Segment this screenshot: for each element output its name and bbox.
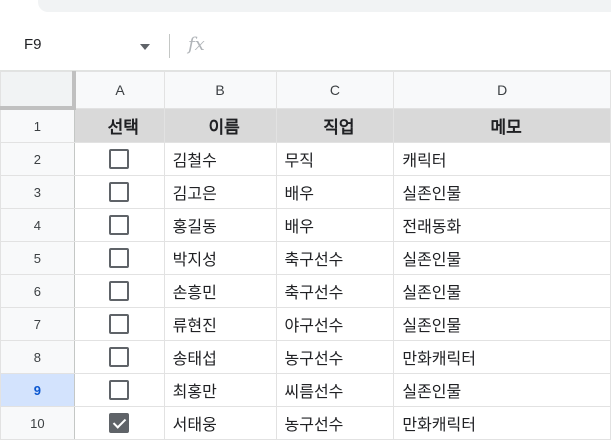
table-row: 5 박지성 축구선수 실존인물 xyxy=(0,241,611,275)
checkbox[interactable] xyxy=(109,149,130,170)
checkbox-cell[interactable] xyxy=(73,274,165,308)
checkbox-cell[interactable] xyxy=(73,373,165,407)
checkbox[interactable] xyxy=(109,314,130,335)
job-cell[interactable]: 농구선수 xyxy=(275,340,395,374)
job-cell[interactable]: 무직 xyxy=(275,142,395,176)
spreadsheet-grid: A B C D 1 선택 이름 직업 메모 2 김철수 무직 캐릭터 3 김고은 배우 실존인… xyxy=(0,71,611,440)
name-box[interactable]: F9 xyxy=(24,36,42,53)
memo-cell[interactable]: 실존인물 xyxy=(393,373,611,407)
row-header[interactable]: 9 xyxy=(0,373,75,407)
memo-cell[interactable]: 전래동화 xyxy=(393,208,611,242)
checkbox-cell[interactable] xyxy=(73,142,165,176)
row-header[interactable]: 5 xyxy=(0,241,75,275)
checkbox-cell[interactable] xyxy=(73,406,165,440)
job-cell[interactable]: 축구선수 xyxy=(275,274,395,308)
job-cell[interactable]: 농구선수 xyxy=(275,406,395,440)
job-cell[interactable]: 배우 xyxy=(275,175,395,209)
checkbox[interactable] xyxy=(109,347,130,368)
checkbox-cell[interactable] xyxy=(73,241,165,275)
header-cell-name[interactable]: 이름 xyxy=(163,107,277,143)
job-cell[interactable]: 야구선수 xyxy=(275,307,395,341)
name-cell[interactable]: 손흥민 xyxy=(163,274,277,308)
table-row: 10 서태웅 농구선수 만화캐릭터 xyxy=(0,406,611,440)
checked-checkbox[interactable] xyxy=(109,413,130,434)
name-cell[interactable]: 홍길동 xyxy=(163,208,277,242)
name-cell[interactable]: 서태웅 xyxy=(163,406,277,440)
checkbox[interactable] xyxy=(109,215,130,236)
row-header[interactable]: 8 xyxy=(0,340,75,374)
row-header[interactable]: 7 xyxy=(0,307,75,341)
memo-cell[interactable]: 만화캐릭터 xyxy=(393,406,611,440)
memo-cell[interactable]: 실존인물 xyxy=(393,307,611,341)
column-header-row: A B C D xyxy=(0,71,611,110)
column-header-a[interactable]: A xyxy=(73,71,165,109)
table-row: 9 최홍만 씨름선수 실존인물 xyxy=(0,373,611,407)
row-header[interactable]: 2 xyxy=(0,142,75,176)
memo-cell[interactable]: 실존인물 xyxy=(393,274,611,308)
checkbox[interactable] xyxy=(109,182,130,203)
name-cell[interactable]: 박지성 xyxy=(163,241,277,275)
toolbar-edge xyxy=(38,0,611,12)
top-toolbar-strip xyxy=(0,0,611,22)
formula-bar: F9 fx xyxy=(0,22,611,71)
job-cell[interactable]: 씨름선수 xyxy=(275,373,395,407)
header-cell-job[interactable]: 직업 xyxy=(275,107,395,143)
formula-bar-divider xyxy=(169,34,170,58)
checkbox[interactable] xyxy=(109,248,130,269)
column-header-b[interactable]: B xyxy=(163,71,277,109)
table-row: 6 손흥민 축구선수 실존인물 xyxy=(0,274,611,308)
checkbox-cell[interactable] xyxy=(73,307,165,341)
name-cell[interactable]: 송태섭 xyxy=(163,340,277,374)
name-cell[interactable]: 류현진 xyxy=(163,307,277,341)
checkbox[interactable] xyxy=(109,281,130,302)
column-header-d[interactable]: D xyxy=(393,71,611,109)
select-all-corner[interactable] xyxy=(0,71,77,110)
row-header[interactable]: 4 xyxy=(0,208,75,242)
table-row: 3 김고은 배우 실존인물 xyxy=(0,175,611,209)
memo-cell[interactable]: 실존인물 xyxy=(393,241,611,275)
row-header[interactable]: 3 xyxy=(0,175,75,209)
table-row: 8 송태섭 농구선수 만화캐릭터 xyxy=(0,340,611,374)
fx-icon: fx xyxy=(188,34,205,55)
table-row: 7 류현진 야구선수 실존인물 xyxy=(0,307,611,341)
chevron-down-icon[interactable] xyxy=(140,44,150,50)
checkbox-cell[interactable] xyxy=(73,175,165,209)
table-header-row: 1 선택 이름 직업 메모 xyxy=(0,107,611,143)
job-cell[interactable]: 배우 xyxy=(275,208,395,242)
column-header-c[interactable]: C xyxy=(275,71,395,109)
table-row: 4 홍길동 배우 전래동화 xyxy=(0,208,611,242)
row-header[interactable]: 1 xyxy=(0,107,75,143)
row-header[interactable]: 10 xyxy=(0,406,75,440)
memo-cell[interactable]: 만화캐릭터 xyxy=(393,340,611,374)
name-cell[interactable]: 김고은 xyxy=(163,175,277,209)
job-cell[interactable]: 축구선수 xyxy=(275,241,395,275)
memo-cell[interactable]: 실존인물 xyxy=(393,175,611,209)
checkbox[interactable] xyxy=(109,380,130,401)
header-cell-select[interactable]: 선택 xyxy=(73,107,165,143)
memo-cell[interactable]: 캐릭터 xyxy=(393,142,611,176)
checkbox-cell[interactable] xyxy=(73,340,165,374)
name-cell[interactable]: 최홍만 xyxy=(163,373,277,407)
name-cell[interactable]: 김철수 xyxy=(163,142,277,176)
header-cell-memo[interactable]: 메모 xyxy=(393,107,611,143)
checkbox-cell[interactable] xyxy=(73,208,165,242)
row-header[interactable]: 6 xyxy=(0,274,75,308)
table-row: 2 김철수 무직 캐릭터 xyxy=(0,142,611,176)
